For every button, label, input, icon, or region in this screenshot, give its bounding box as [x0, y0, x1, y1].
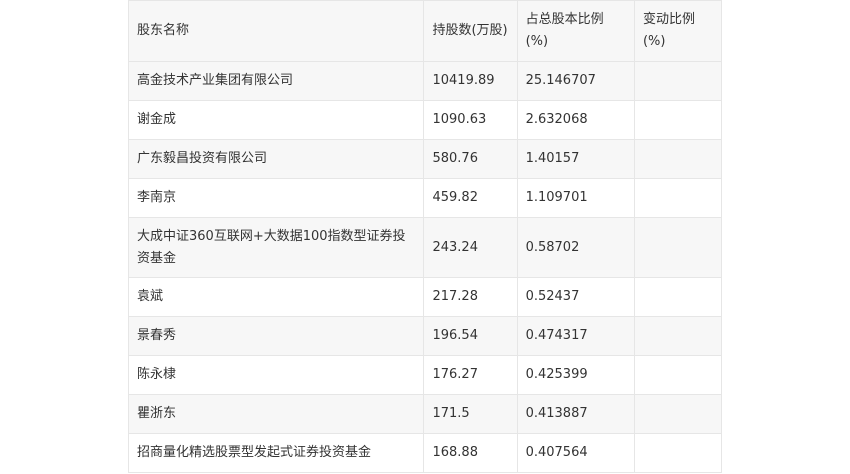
cell-shares: 196.54: [423, 316, 518, 356]
cell-shares: 243.24: [423, 217, 518, 278]
cell-name: 谢金成: [127, 100, 425, 140]
cell-ratio: 0.52437: [516, 277, 635, 317]
cell-change: [633, 217, 723, 278]
cell-ratio: 0.425399: [516, 355, 635, 395]
table-row: 广东毅昌投资有限公司 580.76 1.40157: [127, 139, 723, 179]
cell-change: [633, 355, 723, 395]
header-ratio: 占总股本比例(%): [516, 0, 635, 62]
cell-name: 陈永棣: [127, 355, 425, 395]
cell-shares: 176.27: [423, 355, 518, 395]
cell-change: [633, 277, 723, 317]
cell-change: [633, 394, 723, 434]
cell-name: 大成中证360互联网+大数据100指数型证券投资基金: [127, 217, 425, 278]
cell-change: [633, 61, 723, 101]
cell-ratio: 0.407564: [516, 433, 635, 473]
cell-name: 高金技术产业集团有限公司: [127, 61, 425, 101]
cell-ratio: 1.109701: [516, 178, 635, 218]
cell-shares: 10419.89: [423, 61, 518, 101]
shareholder-table-container: 股东名称 持股数(万股) 占总股本比例(%) 变动比例(%) 高金技术产业集团有…: [127, 0, 723, 473]
cell-shares: 580.76: [423, 139, 518, 179]
cell-shares: 168.88: [423, 433, 518, 473]
cell-name: 景春秀: [127, 316, 425, 356]
cell-name: 李南京: [127, 178, 425, 218]
table-header-row: 股东名称 持股数(万股) 占总股本比例(%) 变动比例(%): [127, 0, 723, 62]
cell-name: 广东毅昌投资有限公司: [127, 139, 425, 179]
cell-change: [633, 178, 723, 218]
table-row: 谢金成 1090.63 2.632068: [127, 100, 723, 140]
header-shareholder-name: 股东名称: [127, 0, 425, 62]
table-row: 陈永棣 176.27 0.425399: [127, 355, 723, 395]
table-row: 高金技术产业集团有限公司 10419.89 25.146707: [127, 61, 723, 101]
cell-name: 袁斌: [127, 277, 425, 317]
cell-ratio: 25.146707: [516, 61, 635, 101]
shareholder-table: 股东名称 持股数(万股) 占总股本比例(%) 变动比例(%) 高金技术产业集团有…: [127, 0, 723, 473]
cell-name: 瞿浙东: [127, 394, 425, 434]
table-row: 袁斌 217.28 0.52437: [127, 277, 723, 317]
cell-ratio: 0.413887: [516, 394, 635, 434]
table-row: 大成中证360互联网+大数据100指数型证券投资基金 243.24 0.5870…: [127, 217, 723, 278]
cell-name: 招商量化精选股票型发起式证券投资基金: [127, 433, 425, 473]
table-row: 招商量化精选股票型发起式证券投资基金 168.88 0.407564: [127, 433, 723, 473]
cell-change: [633, 316, 723, 356]
cell-change: [633, 139, 723, 179]
cell-ratio: 0.58702: [516, 217, 635, 278]
cell-ratio: 1.40157: [516, 139, 635, 179]
header-shares: 持股数(万股): [423, 0, 518, 62]
cell-shares: 1090.63: [423, 100, 518, 140]
cell-ratio: 2.632068: [516, 100, 635, 140]
cell-shares: 217.28: [423, 277, 518, 317]
cell-ratio: 0.474317: [516, 316, 635, 356]
cell-shares: 459.82: [423, 178, 518, 218]
cell-change: [633, 433, 723, 473]
table-row: 景春秀 196.54 0.474317: [127, 316, 723, 356]
table-row: 瞿浙东 171.5 0.413887: [127, 394, 723, 434]
cell-change: [633, 100, 723, 140]
cell-shares: 171.5: [423, 394, 518, 434]
table-row: 李南京 459.82 1.109701: [127, 178, 723, 218]
header-change: 变动比例(%): [633, 0, 723, 62]
